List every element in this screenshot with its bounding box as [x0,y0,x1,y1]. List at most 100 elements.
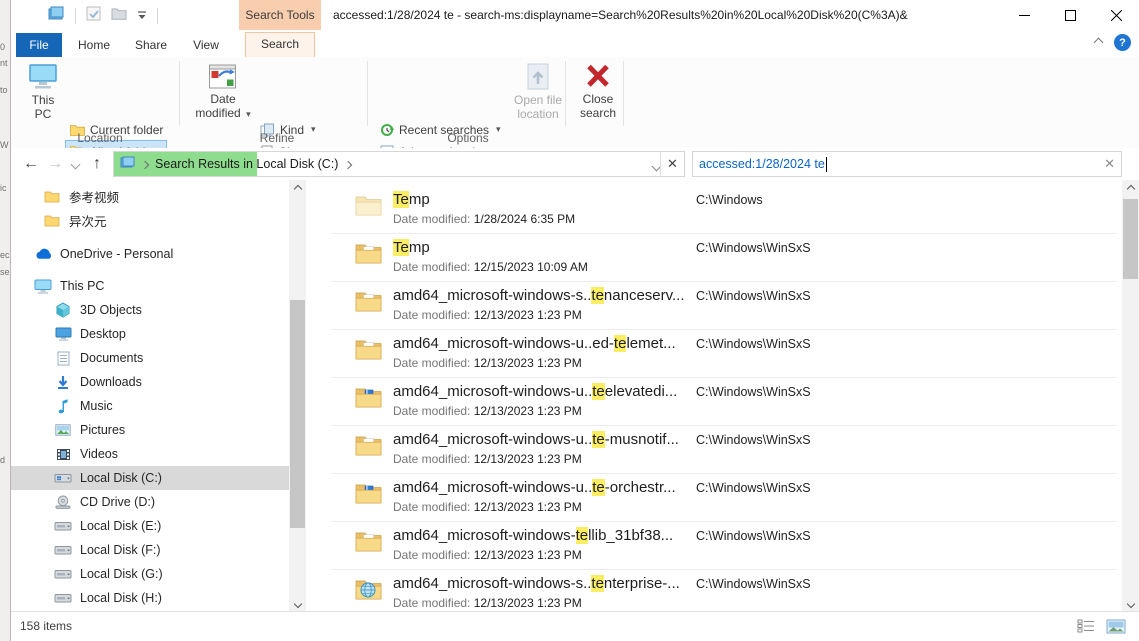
ribbon-help-area: ? [1095,34,1131,51]
help-icon[interactable]: ? [1114,34,1131,51]
breadcrumb-chevron-icon[interactable] [344,160,352,168]
calendar-icon [208,63,238,90]
customize-quick-access-icon[interactable] [137,7,147,25]
view-switcher [1075,617,1127,635]
sidebar-item-local-disk-e[interactable]: Local Disk (E:) [11,514,289,538]
background-text-fragment: ec [0,250,10,260]
date-modified-button[interactable]: Date modified ▾ [189,60,257,124]
open-file-location-label: Open file location [512,93,564,121]
sidebar-item-local-disk-g[interactable]: Local Disk (G:) [11,562,289,586]
sidebar-item-downloads[interactable]: Downloads [11,370,289,394]
stop-refresh-icon[interactable]: ✕ [660,152,684,176]
sidebar-item-local-disk-f[interactable]: Local Disk (F:) [11,538,289,562]
sidebar-item-onedrive-personal[interactable]: OneDrive - Personal [11,242,289,266]
forward-button[interactable]: → [43,148,67,180]
this-pc-button[interactable]: This PC [19,60,67,124]
search-result-row[interactable]: amd64_microsoft-windows-u..teelevatedi..… [307,378,1122,426]
sidebar-item-local-disk-c[interactable]: Local Disk (C:) [11,466,289,490]
sidebar-item-pictures[interactable]: Pictures [11,418,289,442]
sidebar-item-label: Downloads [80,375,142,389]
file-path: C:\Windows\WinSxS [696,481,811,495]
documents-icon [54,351,72,366]
tab-home[interactable]: Home [67,33,121,57]
maximize-button[interactable] [1047,0,1093,30]
tab-share[interactable]: Share [125,33,177,57]
scrollbar-thumb[interactable] [1123,199,1138,279]
search-input[interactable]: accessed:1/28/2024 te ✕ [692,151,1122,177]
sidebar-item-label: Local Disk (E:) [80,519,161,533]
date-modified: Date modified: 12/13/2023 1:23 PM [393,548,582,562]
search-result-row[interactable]: amd64_microsoft-windows-u..ed-telemet...… [307,330,1122,378]
sidebar-item-desktop[interactable]: Desktop [11,322,289,346]
properties-icon[interactable] [86,6,101,26]
address-row: ← → ↑ Search Results in Local Disk (C:) … [11,148,1139,180]
close-search-button[interactable]: Close search [571,60,625,123]
sidebar-item-label: Local Disk (F:) [80,543,161,557]
search-result-row[interactable]: amd64_microsoft-windows-u..te-orchestr..… [307,474,1122,522]
options-group-label: Options [375,131,561,145]
new-folder-icon[interactable] [111,7,127,25]
list-scrollbar[interactable] [1122,180,1139,612]
tab-search[interactable]: Search [245,32,315,57]
search-result-row[interactable]: amd64_microsoft-windows-s..tenterprise-.… [307,570,1122,612]
background-text-fragment: d [0,455,5,465]
tab-view[interactable]: View [181,33,231,57]
address-bar[interactable]: Search Results in Local Disk (C:) ✕ [113,151,685,177]
sidebar-item-label: Documents [80,351,143,365]
search-result-row[interactable]: %amd64_microsoft-windows-s..tenanceserv.… [307,282,1122,330]
up-button[interactable]: ↑ [85,148,109,180]
clear-search-icon[interactable]: ✕ [1104,156,1115,172]
details-view-icon[interactable] [1075,617,1097,635]
sidebar-item-[interactable]: 异次元 [11,208,289,232]
minimize-button[interactable] [1001,0,1047,30]
file-path: C:\Windows\WinSxS [696,529,811,543]
file-path: C:\Windows\WinSxS [696,433,811,447]
sidebar-item-[interactable]: 参考视频 [11,184,289,208]
scroll-down-icon[interactable] [1122,595,1139,612]
group-divider [623,61,624,126]
text-caret [826,157,827,172]
scroll-down-icon[interactable] [289,595,306,612]
sidebar-item-videos[interactable]: Videos [11,442,289,466]
breadcrumb-chevron-icon[interactable] [141,160,149,168]
search-tools-contextual-tab[interactable]: Search Tools [239,0,321,30]
scrollbar-thumb[interactable] [290,300,305,528]
videos-icon [54,448,72,461]
collapse-ribbon-icon[interactable] [1094,38,1104,48]
file-name: Temp [393,191,430,208]
window-title: accessed:1/28/2024 te - search-ms:displa… [333,0,979,30]
folder-paper-icon [355,242,382,269]
file-explorer-window: Search Tools accessed:1/28/2024 te - sea… [10,0,1139,641]
folder-bluebook-icon [355,482,382,509]
recent-locations-icon[interactable] [67,148,83,180]
back-button[interactable]: ← [19,148,43,180]
scroll-up-icon[interactable] [1122,180,1139,197]
sidebar-item-cd-drive-d[interactable]: CD Drive (D:) [11,490,289,514]
sidebar-item-documents[interactable]: Documents [11,346,289,370]
screenshot-stage: 0nttoWicecsed Search Tools accessed:1/28… [0,0,1139,641]
scroll-up-icon[interactable] [289,180,306,197]
explorer-body: 参考视频异次元 OneDrive - Personal This PC3D Obje… [11,180,1139,612]
breadcrumb: Search Results in Local Disk (C:) [120,152,351,176]
search-result-row[interactable]: TempDate modified: 12/15/2023 10:09 AMC:… [307,234,1122,282]
search-result-row[interactable]: TempDate modified: 1/28/2024 6:35 PMC:\W… [307,186,1122,234]
file-path: C:\Windows [696,193,763,207]
address-dropdown-icon[interactable] [653,157,660,175]
background-text-fragment: 0 [0,42,5,52]
close-button[interactable] [1093,0,1139,30]
status-bar: 158 items [11,611,1139,641]
sidebar-item-3d-objects[interactable]: 3D Objects [11,298,289,322]
sidebar-item-music[interactable]: Music [11,394,289,418]
sidebar-item-this-pc[interactable]: This PC [11,274,289,298]
music-icon [54,399,72,414]
breadcrumb-location[interactable]: Search Results in Local Disk (C:) [155,157,338,171]
sidebar-scrollbar[interactable] [289,180,306,612]
search-result-row[interactable]: %amd64_microsoft-windows-tellib_31bf38..… [307,522,1122,570]
thumbnail-view-icon[interactable] [1105,617,1127,635]
folder-icon [43,190,61,203]
tab-file[interactable]: File [16,33,62,57]
date-modified: Date modified: 12/15/2023 10:09 AM [393,260,588,274]
sidebar-item-local-disk-h[interactable]: Local Disk (H:) [11,586,289,610]
sidebar-item-label: 参考视频 [69,187,119,206]
search-result-row[interactable]: amd64_microsoft-windows-u..te-musnotif..… [307,426,1122,474]
